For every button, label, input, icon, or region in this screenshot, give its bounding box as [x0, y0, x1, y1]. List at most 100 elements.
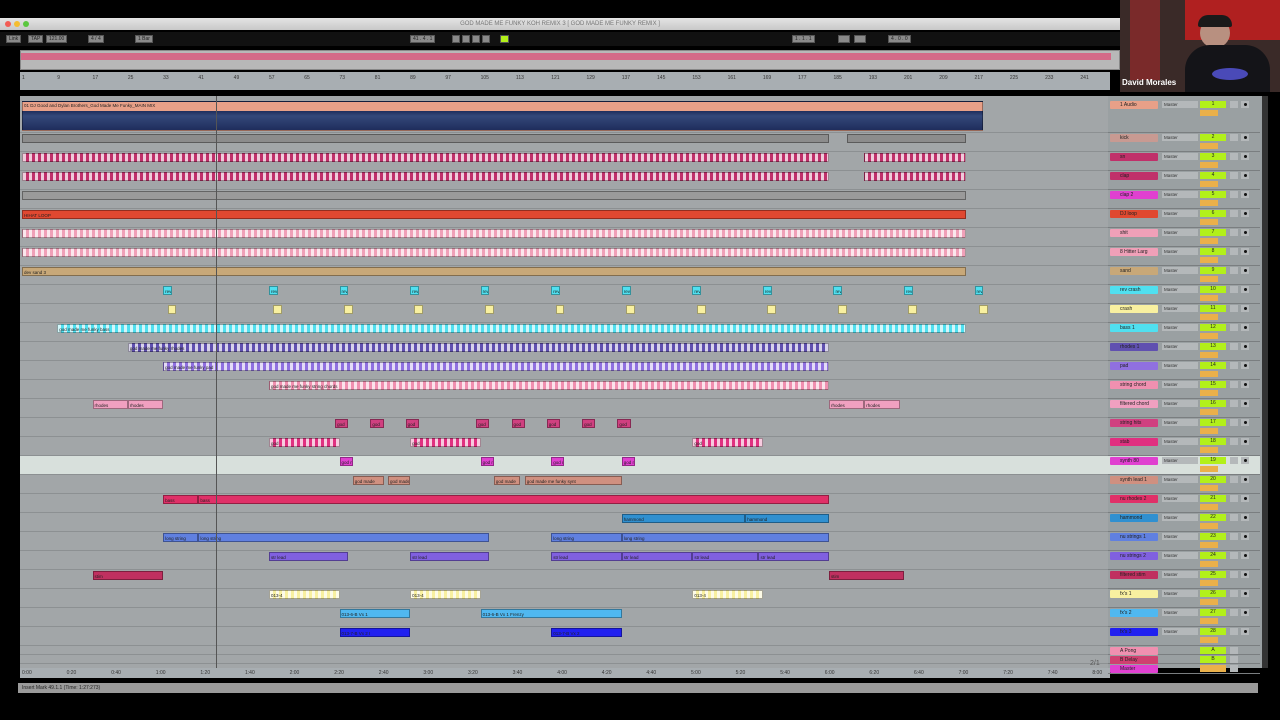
track-name[interactable]: A Pong — [1110, 647, 1158, 655]
clip[interactable]: bass — [163, 495, 199, 504]
track-name[interactable]: nu strings 2 — [1110, 552, 1158, 560]
pan-control[interactable] — [1200, 110, 1218, 116]
solo-button[interactable] — [1230, 533, 1238, 540]
track-activator-button[interactable]: 2 — [1200, 134, 1226, 141]
clip[interactable]: hammond — [745, 514, 830, 523]
link-button[interactable]: Link — [6, 35, 22, 43]
track-lane[interactable] — [20, 190, 1108, 209]
track-activator-button[interactable]: 13 — [1200, 343, 1226, 350]
mixer-track-b-delay[interactable]: B Delay B — [1108, 655, 1260, 664]
track-lane[interactable] — [20, 228, 1108, 247]
output-routing-dropdown[interactable]: Master — [1162, 495, 1198, 502]
output-routing-dropdown[interactable]: Master — [1162, 457, 1198, 464]
output-routing-dropdown[interactable]: Master — [1162, 419, 1198, 426]
pan-control[interactable] — [1200, 409, 1218, 415]
clip[interactable]: bass — [198, 495, 830, 504]
mixer-track-crash[interactable]: crash Master 11 — [1108, 304, 1260, 323]
clip[interactable]: 013-4 — [692, 590, 763, 599]
clip[interactable]: 013-4 — [268, 590, 340, 599]
track-activator-button[interactable]: 6 — [1200, 210, 1226, 217]
output-routing-dropdown[interactable]: Master — [1162, 324, 1198, 331]
mixer-track-nu-strings-2[interactable]: nu strings 2 Master 24 — [1108, 551, 1260, 570]
pan-control[interactable] — [1200, 428, 1218, 434]
solo-button[interactable] — [1230, 191, 1238, 198]
track-lane[interactable]: rhodes rhodes rhodes rhodes — [20, 399, 1108, 418]
computer-midi-keyboard-button[interactable] — [500, 35, 509, 43]
track-activator-button[interactable]: 28 — [1200, 628, 1226, 635]
pan-control[interactable] — [1200, 295, 1218, 301]
clip[interactable] — [343, 305, 353, 314]
clip[interactable] — [767, 305, 777, 314]
track-lane[interactable]: god made god made god made god made me funk… — [20, 475, 1108, 494]
clip[interactable]: god m — [621, 457, 635, 466]
track-activator-button[interactable] — [1200, 665, 1226, 672]
solo-button[interactable] — [1230, 343, 1238, 350]
clip[interactable]: long string — [198, 533, 490, 542]
mixer-track-fx-s-1[interactable]: fx's 1 Master 26 — [1108, 589, 1260, 608]
track-lane[interactable] — [20, 171, 1108, 190]
clip[interactable] — [864, 153, 966, 162]
clip[interactable]: god — [335, 419, 349, 428]
mixer-track-bass-1[interactable]: bass 1 Master 12 — [1108, 323, 1260, 342]
clip[interactable]: god — [582, 419, 596, 428]
clip[interactable] — [908, 305, 918, 314]
track-activator-button[interactable]: 8 — [1200, 248, 1226, 255]
arm-record-button[interactable] — [1241, 191, 1249, 198]
output-routing-dropdown[interactable]: Master — [1162, 343, 1198, 350]
solo-button[interactable] — [1230, 400, 1238, 407]
clip[interactable]: str lead — [621, 552, 693, 561]
solo-button[interactable] — [1230, 305, 1238, 312]
mixer-track-string-chord[interactable]: string chord Master 15 — [1108, 380, 1260, 399]
clip[interactable] — [837, 305, 847, 314]
track-lane[interactable]: god god god god god god god god — [20, 418, 1108, 437]
output-routing-dropdown[interactable]: Master — [1162, 476, 1198, 483]
track-name[interactable]: nu strings 1 — [1110, 533, 1158, 541]
track-lane[interactable]: god made me funky bass — [20, 323, 1108, 342]
track-lane[interactable]: long string long string long string long st… — [20, 532, 1108, 551]
clip[interactable]: god made me funky synt — [524, 476, 622, 485]
track-lane[interactable]: dev sand 3 — [20, 266, 1108, 285]
clip[interactable]: god made — [493, 476, 521, 485]
output-routing-dropdown[interactable]: Master — [1162, 248, 1198, 255]
track-activator-button[interactable]: 19 — [1200, 457, 1226, 464]
clip[interactable] — [22, 134, 830, 143]
arm-record-button[interactable] — [1241, 305, 1249, 312]
track-name[interactable]: synth lead 1 — [1110, 476, 1158, 484]
solo-button[interactable] — [1230, 552, 1238, 559]
arm-record-button[interactable] — [1241, 248, 1249, 255]
track-name[interactable]: shit — [1110, 229, 1158, 237]
solo-button[interactable] — [1230, 571, 1238, 578]
clip[interactable]: rev — [974, 286, 984, 295]
tempo-field[interactable]: 121.00 — [46, 35, 68, 43]
loop-start-field[interactable]: 1 . 1 . 1 — [792, 35, 815, 43]
output-routing-dropdown[interactable]: Master — [1162, 533, 1198, 540]
track-activator-button[interactable]: 14 — [1200, 362, 1226, 369]
clip[interactable]: god — [410, 438, 481, 447]
draw-mode-button[interactable] — [838, 35, 850, 43]
arm-record-button[interactable] — [1241, 571, 1249, 578]
pan-control[interactable] — [1200, 580, 1218, 586]
track-name[interactable]: sand — [1110, 267, 1158, 275]
clip[interactable]: god m — [551, 457, 565, 466]
clip[interactable] — [273, 305, 283, 314]
track-name[interactable]: Master — [1110, 665, 1158, 673]
pan-control[interactable] — [1200, 447, 1218, 453]
track-name[interactable]: nu rhodes 2 — [1110, 495, 1158, 503]
clip[interactable] — [978, 305, 988, 314]
output-routing-dropdown[interactable]: Master — [1162, 101, 1198, 108]
mixer-track-fx-s-2[interactable]: fx's 2 Master 27 — [1108, 608, 1260, 627]
clip[interactable] — [414, 305, 424, 314]
pan-control[interactable] — [1200, 390, 1218, 396]
track-activator-button[interactable]: B — [1200, 656, 1226, 663]
arm-record-button[interactable] — [1241, 343, 1249, 350]
arm-record-button[interactable] — [1241, 101, 1249, 108]
clip[interactable]: str lead — [551, 552, 622, 561]
track-lane[interactable]: god made me funky pad — [20, 361, 1108, 380]
track-activator-button[interactable]: 15 — [1200, 381, 1226, 388]
solo-button[interactable] — [1230, 101, 1238, 108]
output-routing-dropdown[interactable]: Master — [1162, 381, 1198, 388]
clip[interactable] — [22, 248, 966, 257]
pan-control[interactable] — [1200, 181, 1218, 187]
clip[interactable] — [22, 153, 830, 162]
pan-control[interactable] — [1200, 485, 1218, 491]
